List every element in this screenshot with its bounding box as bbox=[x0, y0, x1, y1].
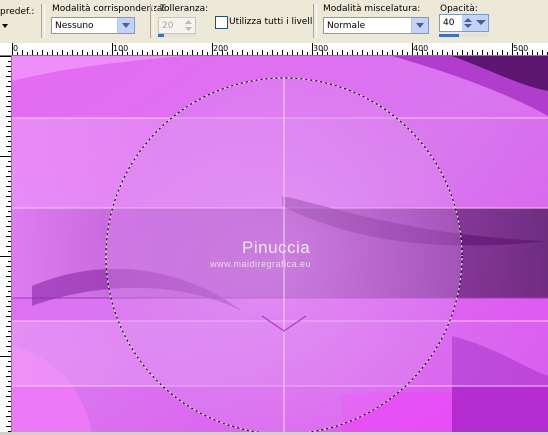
spin-arrows-icon[interactable] bbox=[182, 18, 195, 33]
tool-options-bar: predef.: Modalità corrispondenza: Nessun… bbox=[0, 0, 548, 45]
opacity-slider[interactable] bbox=[439, 34, 489, 37]
separator bbox=[41, 4, 45, 38]
blend-mode-label: Modalità miscelatura: bbox=[323, 4, 421, 14]
blend-mode-value: Normale bbox=[327, 21, 366, 31]
preset-dropdown-arrow[interactable] bbox=[2, 24, 8, 28]
separator bbox=[313, 4, 317, 38]
ruler-label: 300 bbox=[313, 44, 329, 53]
tolerance-slider[interactable] bbox=[158, 34, 196, 37]
opacity-slider-fill bbox=[439, 34, 459, 37]
opacity-value: 40 bbox=[443, 18, 455, 28]
chevron-down-icon[interactable] bbox=[117, 18, 134, 33]
ruler-label: 100 bbox=[113, 44, 129, 53]
tolerance-value: 20 bbox=[162, 21, 174, 31]
watermark-name: Pinuccia bbox=[242, 238, 311, 257]
ruler-label: 500 bbox=[513, 44, 529, 53]
opacity-label: Opacità: bbox=[440, 4, 478, 14]
blend-mode-select[interactable]: Normale bbox=[323, 17, 429, 34]
use-all-layers-checkbox[interactable] bbox=[215, 16, 228, 29]
match-mode-label: Modalità corrispondenza: bbox=[52, 4, 166, 14]
ruler-label: 400 bbox=[413, 44, 429, 53]
tolerance-spinner[interactable]: 20 bbox=[158, 17, 196, 34]
match-mode-select[interactable]: Nessuno bbox=[51, 17, 135, 34]
watermark-site: www.maidiregrafica.eu bbox=[210, 259, 312, 269]
match-mode-value: Nessuno bbox=[55, 21, 94, 31]
image-canvas[interactable]: Pinuccia www.maidiregrafica.eu bbox=[12, 56, 548, 432]
preset-label: predef.: bbox=[0, 7, 35, 17]
horizontal-ruler[interactable]: 0 100 200 300 400 500 bbox=[0, 43, 548, 56]
spin-arrows-icon[interactable] bbox=[462, 15, 488, 31]
vertical-ruler[interactable] bbox=[0, 56, 12, 432]
tolerance-label: Tolleranza: bbox=[160, 4, 209, 14]
tolerance-slider-fill bbox=[158, 34, 164, 37]
ruler-label: 200 bbox=[213, 44, 229, 53]
chevron-down-icon[interactable] bbox=[411, 18, 428, 33]
use-all-layers-label: Utilizza tutti i livelli bbox=[229, 17, 315, 27]
ruler-label: 0 bbox=[13, 44, 19, 53]
separator bbox=[150, 4, 154, 38]
opacity-spinner[interactable]: 40 bbox=[439, 14, 489, 32]
